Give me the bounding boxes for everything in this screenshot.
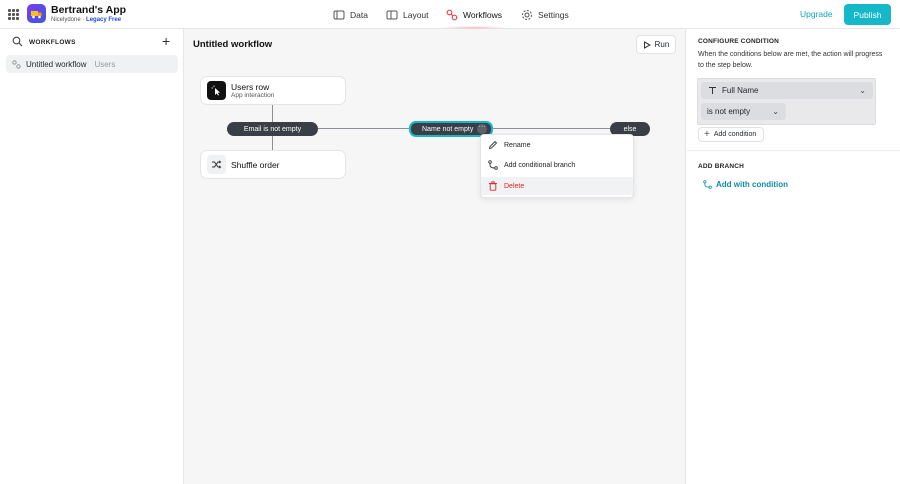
add-condition-button[interactable]: + Add condition: [698, 127, 765, 142]
branch-icon: [703, 180, 712, 189]
branch-context-menu: Rename Add conditional branch Delete: [480, 134, 634, 198]
nav-workflows[interactable]: Workflows: [439, 0, 509, 29]
chevron-down-icon: ⌄: [859, 86, 866, 95]
app-workspace-plan: Nicelydone · Legacy Free: [51, 17, 121, 23]
workflow-title[interactable]: Untitled workflow: [193, 39, 272, 50]
app-logo[interactable]: [27, 4, 46, 23]
gear-icon: [522, 9, 532, 20]
sidebar-item-workflow[interactable]: Untitled workflow Users: [6, 55, 178, 73]
pencil-icon: [488, 140, 498, 150]
menu-item-add-conditional-branch[interactable]: Add conditional branch: [481, 156, 633, 174]
truck-icon: [31, 11, 42, 19]
add-with-condition-label: Add with condition: [716, 180, 788, 189]
app-name[interactable]: Bertrand's App: [51, 4, 126, 16]
branch-icon: [488, 160, 498, 170]
sidebar-item-label: Untitled workflow: [26, 59, 87, 69]
add-branch-title: ADD BRANCH: [698, 163, 745, 170]
add-with-condition-button[interactable]: Add with condition: [703, 180, 788, 189]
workflows-sidebar: WORKFLOWS + Untitled workflow Users: [0, 29, 184, 484]
connector-horizontal-left: [317, 128, 410, 129]
menu-item-label: Add conditional branch: [504, 161, 576, 169]
add-condition-label: Add condition: [713, 131, 757, 138]
upgrade-link[interactable]: Upgrade: [800, 9, 833, 19]
database-icon: [333, 10, 345, 19]
nav-settings-label: Settings: [538, 9, 569, 20]
menu-item-rename[interactable]: Rename: [481, 136, 633, 154]
sidebar-title: WORKFLOWS: [29, 39, 76, 46]
menu-item-label: Rename: [504, 141, 531, 149]
action-title: Shuffle order: [231, 159, 280, 170]
play-icon: [643, 40, 651, 49]
plan-badge[interactable]: Legacy Free: [86, 17, 121, 23]
trigger-node[interactable]: Users row App interaction: [200, 76, 346, 105]
connector-horizontal-right: [492, 128, 610, 129]
trigger-title: Users row: [231, 82, 270, 92]
shuffle-icon: [212, 160, 222, 169]
nav-workflows-label: Workflows: [463, 9, 503, 20]
nav-settings[interactable]: Settings: [521, 0, 569, 29]
sidebar-item-table: Users: [94, 59, 116, 69]
condition-group: Full Name ⌄ is not empty ⌄: [697, 78, 876, 125]
branch-email-not-empty[interactable]: Email is not empty: [227, 122, 318, 136]
nav-data[interactable]: Data: [333, 0, 368, 29]
run-label: Run: [654, 40, 670, 49]
pointer-click-icon: [211, 85, 220, 96]
add-workflow-icon[interactable]: +: [162, 34, 170, 48]
nav-layout-label: Layout: [403, 9, 429, 20]
condition-field-select[interactable]: Full Name ⌄: [701, 82, 873, 99]
configure-condition-title: CONFIGURE CONDITION: [698, 38, 780, 45]
configure-panel: CONFIGURE CONDITION When the conditions …: [687, 29, 900, 484]
nav-layout[interactable]: Layout: [386, 0, 429, 29]
run-button[interactable]: Run: [636, 35, 676, 54]
plus-icon: +: [704, 128, 710, 140]
action-icon-box: [207, 155, 226, 174]
workspace-name: Nicelydone: [51, 17, 81, 23]
layout-icon: [386, 10, 398, 19]
branch-name-label: Name not empty: [422, 125, 474, 133]
more-options-icon[interactable]: ···: [477, 123, 487, 134]
publish-button[interactable]: Publish: [844, 4, 891, 25]
panel-divider: [687, 150, 900, 151]
condition-operator-select[interactable]: is not empty ⌄: [701, 103, 786, 120]
search-icon[interactable]: [12, 36, 23, 47]
menu-item-label: Delete: [504, 182, 525, 190]
trigger-subtitle: App interaction: [231, 92, 275, 99]
trash-icon: [489, 181, 497, 191]
workflow-icon: [12, 59, 21, 69]
condition-field-value: Full Name: [722, 86, 759, 95]
top-bar: Bertrand's App Nicelydone · Legacy Free …: [0, 0, 900, 29]
chevron-down-icon: ⌄: [772, 107, 779, 116]
apps-grid-icon[interactable]: [8, 9, 19, 20]
trigger-text: Users row App interaction: [231, 82, 274, 99]
nav-data-label: Data: [350, 9, 368, 20]
workflows-icon: [446, 9, 458, 20]
menu-item-delete[interactable]: Delete: [481, 177, 633, 195]
trigger-icon-box: [207, 81, 226, 100]
workflow-canvas[interactable]: Untitled workflow Run Users row App inte…: [184, 29, 686, 484]
text-type-icon: [709, 87, 716, 94]
condition-operator-value: is not empty: [707, 107, 751, 116]
action-node[interactable]: Shuffle order: [200, 150, 346, 179]
configure-description: When the conditions below are met, the a…: [698, 51, 883, 69]
